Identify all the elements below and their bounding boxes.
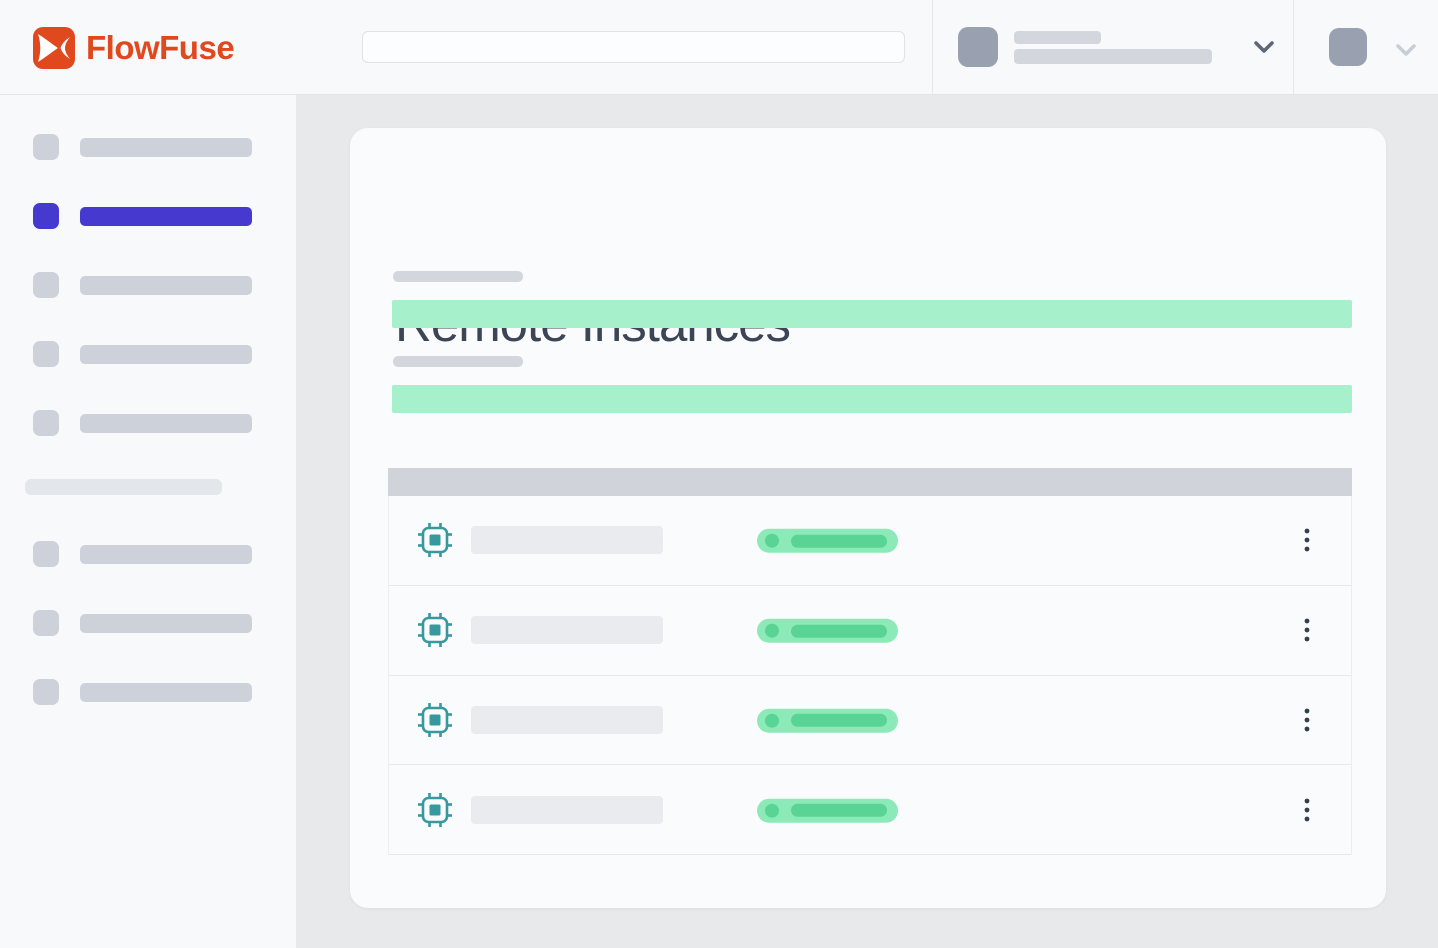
nav-item-label-skeleton xyxy=(80,545,252,564)
instance-name-skeleton xyxy=(471,706,663,734)
top-header: FlowFuse xyxy=(0,0,1438,95)
instance-row[interactable] xyxy=(389,676,1351,766)
status-badge xyxy=(757,619,898,643)
nav-item-label-skeleton xyxy=(80,614,252,633)
row-kebab-menu-icon[interactable] xyxy=(1298,794,1316,826)
team-subtitle-skeleton xyxy=(1014,49,1212,64)
nav-item-label-skeleton xyxy=(80,276,252,295)
nav-item-icon xyxy=(33,272,59,298)
team-name-skeleton xyxy=(1014,31,1101,44)
sidebar-section-label-skeleton xyxy=(25,479,222,495)
chip-icon xyxy=(415,610,455,650)
form-field-label-skeleton xyxy=(393,356,523,367)
nav-item-icon xyxy=(33,134,59,160)
nav-item-icon xyxy=(33,341,59,367)
form-field-label-skeleton xyxy=(393,271,523,282)
instance-name-skeleton xyxy=(471,526,663,554)
instance-row[interactable] xyxy=(389,765,1351,855)
user-chevron-down-icon[interactable] xyxy=(1392,39,1420,61)
status-text-skeleton xyxy=(791,714,887,727)
status-text-skeleton xyxy=(791,624,887,637)
nav-item-icon xyxy=(33,610,59,636)
nav-item-label-skeleton xyxy=(80,414,252,433)
chip-icon xyxy=(415,520,455,560)
sidebar-nav-item[interactable] xyxy=(33,203,252,229)
instance-name-skeleton xyxy=(471,616,663,644)
status-text-skeleton xyxy=(791,535,887,548)
user-avatar[interactable] xyxy=(1329,28,1367,66)
team-avatar[interactable] xyxy=(958,27,998,67)
form-field-input-highlighted[interactable] xyxy=(392,300,1352,328)
status-badge xyxy=(757,798,898,822)
flowfuse-logo-icon xyxy=(33,27,75,69)
instance-row[interactable] xyxy=(389,586,1351,676)
chip-icon xyxy=(415,700,455,740)
nav-item-label-skeleton xyxy=(80,345,252,364)
app-window: FlowFuse xyxy=(0,0,1438,948)
status-dot-icon xyxy=(765,714,779,728)
status-dot-icon xyxy=(765,624,779,638)
row-kebab-menu-icon[interactable] xyxy=(1298,524,1316,556)
status-text-skeleton xyxy=(791,804,887,817)
instances-table xyxy=(388,468,1352,855)
table-header xyxy=(388,468,1352,496)
sidebar-nav-item[interactable] xyxy=(33,679,252,705)
header-divider xyxy=(932,0,933,94)
nav-item-icon xyxy=(33,541,59,567)
status-dot-icon xyxy=(765,534,779,548)
form-field-input-highlighted[interactable] xyxy=(392,385,1352,413)
nav-item-label-skeleton xyxy=(80,207,252,226)
chip-icon xyxy=(415,790,455,830)
brand-logo[interactable]: FlowFuse xyxy=(33,27,234,69)
nav-item-icon xyxy=(33,679,59,705)
row-kebab-menu-icon[interactable] xyxy=(1298,704,1316,736)
global-search-input[interactable] xyxy=(362,31,905,63)
nav-item-label-skeleton xyxy=(80,683,252,702)
team-chevron-down-icon[interactable] xyxy=(1250,36,1278,58)
sidebar-nav xyxy=(0,95,297,948)
sidebar-nav-item[interactable] xyxy=(33,272,252,298)
status-dot-icon xyxy=(765,803,779,817)
brand-wordmark: FlowFuse xyxy=(86,27,234,69)
header-divider-2 xyxy=(1293,0,1294,94)
nav-item-icon xyxy=(33,410,59,436)
sidebar-nav-item[interactable] xyxy=(33,134,252,160)
main-panel: Remote Instances xyxy=(350,128,1386,908)
sidebar-nav-item[interactable] xyxy=(33,341,252,367)
status-badge xyxy=(757,529,898,553)
instance-row[interactable] xyxy=(389,496,1351,586)
sidebar-nav-item[interactable] xyxy=(33,541,252,567)
status-badge xyxy=(757,709,898,733)
nav-item-label-skeleton xyxy=(80,138,252,157)
sidebar-nav-item[interactable] xyxy=(33,610,252,636)
nav-item-icon xyxy=(33,203,59,229)
table-body xyxy=(388,496,1352,855)
row-kebab-menu-icon[interactable] xyxy=(1298,614,1316,646)
instance-name-skeleton xyxy=(471,796,663,824)
sidebar-nav-item[interactable] xyxy=(33,410,252,436)
